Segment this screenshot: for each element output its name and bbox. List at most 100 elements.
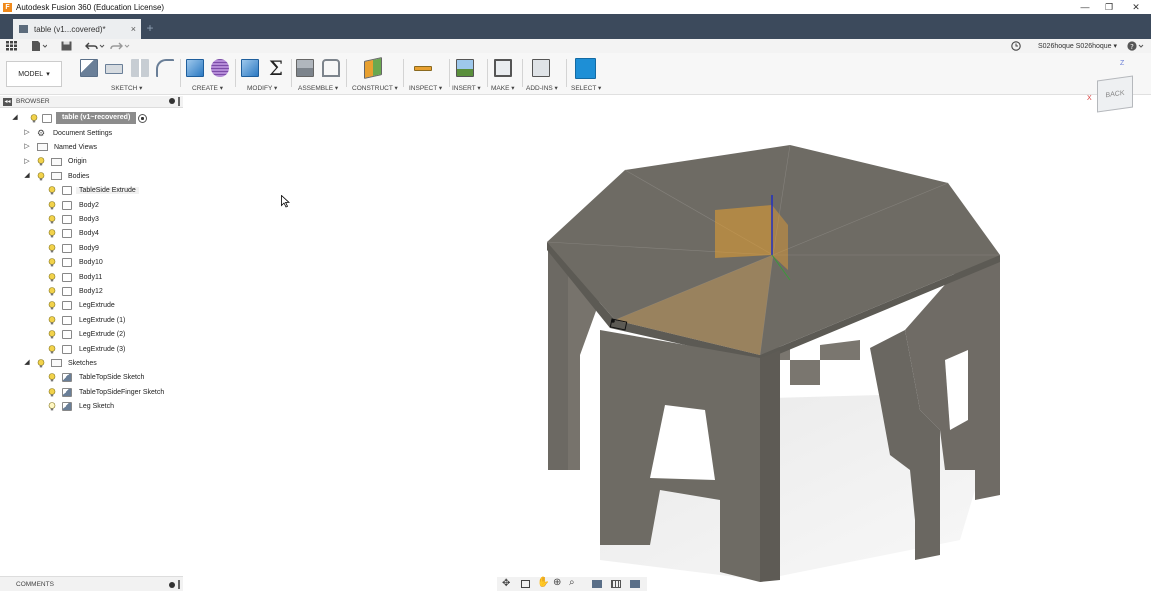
measure-icon[interactable] (414, 66, 432, 71)
visibility-bulb-icon[interactable] (48, 243, 56, 253)
browser-tree-row[interactable]: Body2 (0, 199, 183, 211)
visibility-bulb-icon[interactable] (37, 157, 45, 166)
visibility-bulb-icon[interactable] (48, 229, 56, 238)
sketch-menu[interactable]: SKETCH ▾ (111, 84, 142, 92)
mirror-sketch-icon[interactable] (131, 59, 149, 77)
app-grid-icon[interactable] (6, 41, 17, 51)
collapse-icon[interactable]: ◢ (23, 359, 31, 367)
browser-tree-row[interactable]: TableTopSide Sketch (0, 372, 183, 384)
undo-icon[interactable] (85, 41, 105, 51)
comments-resize-handle[interactable] (178, 580, 180, 589)
browser-tree-row[interactable]: ◢ Sketches (0, 357, 183, 369)
workspace-switcher[interactable]: MODEL ▾ (6, 61, 62, 87)
look-at-icon[interactable] (521, 580, 530, 588)
grid-settings-icon[interactable] (611, 580, 621, 588)
insert-canvas-icon[interactable] (456, 59, 474, 77)
comments-panel[interactable]: COMMENTS (0, 576, 183, 591)
browser-tree-row[interactable]: TableTopSideFinger Sketch (0, 386, 183, 398)
offset-plane-icon[interactable] (364, 57, 382, 79)
browser-tree-row[interactable]: LegExtrude (1) (0, 314, 183, 326)
expand-icon[interactable]: ▷ (23, 143, 31, 151)
model-viewport[interactable] (540, 140, 1010, 590)
zoom-icon[interactable]: ⊕ (553, 578, 561, 588)
pan-icon[interactable]: ✋ (537, 578, 549, 588)
collapse-icon[interactable]: ◢ (23, 172, 31, 180)
joint-icon[interactable] (322, 59, 340, 77)
tab-close-icon[interactable]: × (131, 24, 136, 34)
browser-resize-handle[interactable] (178, 97, 180, 106)
select-icon[interactable] (575, 58, 596, 79)
create-form-icon[interactable] (211, 59, 229, 77)
rectangle-sketch-icon[interactable] (105, 64, 123, 74)
press-pull-icon[interactable] (241, 59, 259, 77)
save-icon[interactable] (61, 41, 72, 51)
visibility-bulb-icon[interactable] (48, 315, 56, 325)
visibility-bulb-icon[interactable] (48, 344, 56, 354)
browser-tree-row[interactable]: Body11 (0, 271, 183, 283)
minimize-icon[interactable]: — (1075, 0, 1095, 14)
restore-icon[interactable]: ❐ (1099, 0, 1119, 14)
modify-menu[interactable]: MODIFY ▾ (247, 84, 277, 92)
browser-tree-row[interactable]: ▷ Origin (0, 156, 183, 168)
3d-print-icon[interactable] (494, 59, 512, 77)
browser-tree-row[interactable]: Body12 (0, 285, 183, 297)
visibility-bulb-icon[interactable] (30, 113, 38, 123)
visibility-bulb-icon[interactable] (48, 272, 56, 282)
browser-tree-row[interactable]: ▷ Named Views (0, 141, 183, 153)
origin-plane[interactable] (715, 205, 772, 258)
collapse-icon[interactable]: ◢ (11, 114, 19, 122)
visibility-bulb-icon[interactable] (48, 402, 56, 411)
browser-root-row[interactable]: ◢ table (v1~recovered) (0, 112, 183, 124)
job-status-clock-icon[interactable] (1011, 41, 1021, 51)
visibility-bulb-icon[interactable] (37, 359, 45, 368)
extrude-icon[interactable] (186, 59, 204, 77)
file-menu-icon[interactable] (31, 41, 47, 51)
document-tab[interactable]: table (v1...covered)* × (13, 19, 141, 39)
browser-options-icon[interactable] (169, 98, 175, 104)
visibility-bulb-icon[interactable] (48, 186, 56, 195)
construct-menu[interactable]: CONSTRUCT ▾ (352, 84, 398, 92)
new-component-icon[interactable] (296, 59, 314, 77)
collapse-browser-icon[interactable]: ◂◂ (3, 98, 12, 106)
visibility-bulb-icon[interactable] (48, 215, 56, 224)
redo-icon[interactable] (110, 41, 130, 51)
user-account-menu[interactable]: S026hoque S026hoque ▾ (1038, 42, 1117, 50)
browser-tree-row[interactable]: Body9 (0, 242, 183, 254)
browser-tree-row[interactable]: Body10 (0, 257, 183, 269)
insert-menu[interactable]: INSERT ▾ (452, 84, 481, 92)
visibility-bulb-icon[interactable] (48, 301, 56, 310)
browser-tree-row[interactable]: LegExtrude (3) (0, 343, 183, 355)
close-window-icon[interactable]: ✕ (1126, 0, 1146, 14)
expand-icon[interactable]: ▷ (23, 129, 31, 137)
create-menu[interactable]: CREATE ▾ (192, 84, 223, 92)
browser-tree-row[interactable]: ◢ Bodies (0, 170, 183, 182)
visibility-bulb-icon[interactable] (48, 387, 56, 397)
browser-tree-row[interactable]: Body4 (0, 228, 183, 240)
assemble-menu[interactable]: ASSEMBLE ▾ (298, 84, 338, 92)
viewports-icon[interactable] (630, 580, 640, 588)
visibility-bulb-icon[interactable] (48, 200, 56, 210)
create-sketch-icon[interactable] (80, 59, 98, 77)
change-parameters-icon[interactable]: Σ (267, 58, 285, 78)
viewcube[interactable]: BACK (1097, 75, 1133, 113)
fit-icon[interactable]: ⌕ (569, 578, 575, 588)
new-tab-button[interactable]: + (144, 21, 156, 35)
expand-icon[interactable]: ▷ (23, 158, 31, 166)
browser-tree-row[interactable]: LegExtrude (2) (0, 329, 183, 341)
scripts-addins-icon[interactable] (532, 59, 550, 77)
comments-add-icon[interactable] (169, 582, 175, 588)
visibility-bulb-icon[interactable] (48, 287, 56, 296)
visibility-bulb-icon[interactable] (48, 258, 56, 267)
make-menu[interactable]: MAKE ▾ (491, 84, 515, 92)
visibility-bulb-icon[interactable] (37, 171, 45, 181)
inspect-menu[interactable]: INSPECT ▾ (409, 84, 442, 92)
browser-tree-row[interactable]: LegExtrude (0, 300, 183, 312)
visibility-bulb-icon[interactable] (48, 330, 56, 339)
addins-menu[interactable]: ADD-INS ▾ (526, 84, 558, 92)
visibility-bulb-icon[interactable] (48, 373, 56, 382)
browser-tree-row[interactable]: TableSide Extrude (0, 185, 183, 197)
display-settings-icon[interactable] (592, 580, 602, 588)
select-menu[interactable]: SELECT ▾ (571, 84, 601, 92)
fillet-sketch-icon[interactable] (156, 59, 174, 77)
orbit-icon[interactable]: ✥ (502, 579, 510, 589)
